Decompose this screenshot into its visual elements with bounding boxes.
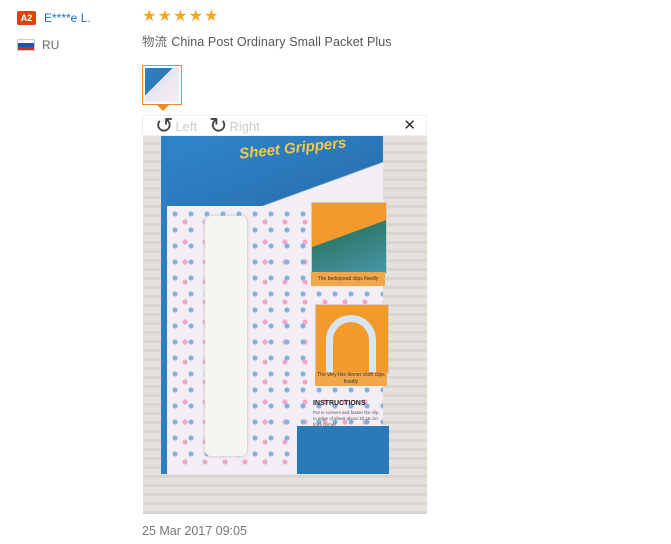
close-viewer-button[interactable]: ✕ xyxy=(403,118,416,134)
package-footer xyxy=(297,426,389,474)
shipping-label: 物流 xyxy=(142,35,168,49)
review-timestamp: 25 Mar 2017 09:05 xyxy=(142,524,247,538)
russia-flag-icon xyxy=(17,39,35,51)
rotate-left-label: Left xyxy=(175,118,198,134)
star-icon: ★ xyxy=(173,8,188,25)
rotate-right-icon: ↻ xyxy=(209,113,228,138)
illustration-panel-tablecloth xyxy=(315,304,389,374)
instructions-heading: INSTRUCTIONS xyxy=(313,400,366,407)
star-rating: ★ ★ ★ ★ ★ xyxy=(142,8,642,26)
enlarged-review-image: Sheet Grippers The bedspread clips fixed… xyxy=(143,136,427,514)
sheet-gripper-clip xyxy=(205,216,247,456)
shipping-info: 物流 China Post Ordinary Small Packet Plus xyxy=(142,31,642,50)
illustration-caption-1: The bedspread clips fixedly xyxy=(311,272,385,286)
level-badge: A2 xyxy=(17,11,36,25)
rotate-left-icon: ↺ xyxy=(155,113,174,138)
rotate-right-button[interactable]: ↻ Right xyxy=(209,113,260,138)
rotate-right-label: Right xyxy=(229,118,260,134)
reviewer-info: A2 E****e L. RU xyxy=(17,10,127,52)
illustration-caption-2: The very fine dinner cloth clips fixedly xyxy=(315,372,387,386)
country-code: RU xyxy=(42,38,60,52)
reviewer-name[interactable]: E****e L. xyxy=(44,11,91,25)
illustration-panel-bedspread xyxy=(311,202,387,274)
star-icon: ★ xyxy=(204,8,219,25)
shipping-method: China Post Ordinary Small Packet Plus xyxy=(171,35,392,49)
star-icon: ★ xyxy=(188,8,203,25)
review-content: ★ ★ ★ ★ ★ 物流 China Post Ordinary Small Pa… xyxy=(142,8,642,50)
rotate-left-button[interactable]: ↺ Left xyxy=(155,113,198,138)
image-viewer-toolbar: ↺ Left ↻ Right ✕ xyxy=(142,113,427,138)
review-image-thumbnail[interactable] xyxy=(142,65,182,105)
thumbnail-image xyxy=(145,68,179,102)
reviewer-row: A2 E****e L. xyxy=(17,10,127,26)
star-icon: ★ xyxy=(142,8,157,25)
product-package: Sheet Grippers The bedspread clips fixed… xyxy=(161,136,389,474)
star-icon: ★ xyxy=(157,8,172,25)
thumbnail-pointer-arrow xyxy=(157,105,169,111)
country-row: RU xyxy=(17,38,127,52)
